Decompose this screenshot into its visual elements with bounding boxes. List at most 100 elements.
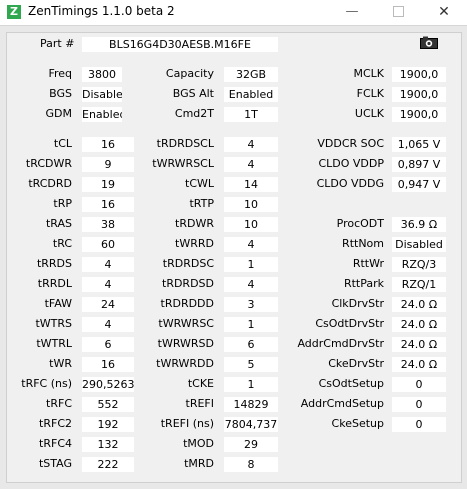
trrdl-label: tRRDL xyxy=(37,277,72,290)
twtrs-label: tWTRS xyxy=(35,317,72,330)
tcwl-label: tCWL xyxy=(185,177,214,190)
trrds-value: 4 xyxy=(82,257,134,272)
tras-label: tRAS xyxy=(45,217,72,230)
mclk-value: 1900,0 xyxy=(392,67,446,82)
clkdrvstr-label: ClkDrvStr xyxy=(331,297,384,310)
twrwrdd-label: tWRWRDD xyxy=(156,357,214,370)
csodtsetup-label: CsOdtSetup xyxy=(318,377,384,390)
rttpark-label: RttPark xyxy=(343,277,384,290)
twrwrsc-value: 1 xyxy=(224,317,278,332)
trfc2-value: 192 xyxy=(82,417,134,432)
part-number-label: Part # xyxy=(40,37,75,50)
addrcmdsetup-value: 0 xyxy=(392,397,446,412)
trcdrd-label: tRCDRD xyxy=(28,177,72,190)
csodtdrvstr-value: 24.0 Ω xyxy=(392,317,446,332)
addrcmddrvstr-value: 24.0 Ω xyxy=(392,337,446,352)
window-title: ZenTimings 1.1.0 beta 2 xyxy=(28,4,175,18)
bgs-alt-label: BGS Alt xyxy=(172,87,214,100)
tmrd-value: 8 xyxy=(224,457,278,472)
trfc2-label: tRFC2 xyxy=(39,417,72,430)
mclk-label: MCLK xyxy=(353,67,384,80)
bgs-label: BGS xyxy=(49,87,72,100)
twtrl-value: 6 xyxy=(82,337,134,352)
trefi-ns-value: 7804,737 xyxy=(224,417,278,432)
tstag-label: tSTAG xyxy=(38,457,72,470)
trdwr-value: 10 xyxy=(224,217,278,232)
ckedrvstr-label: CkeDrvStr xyxy=(328,357,384,370)
maximize-icon xyxy=(392,6,404,17)
trdrdsc-label: tRDRDSC xyxy=(162,257,214,270)
trdrdscl-label: tRDRDSCL xyxy=(156,137,214,150)
ckesetup-label: CkeSetup xyxy=(331,417,384,430)
capacity-value: 32GB xyxy=(224,67,278,82)
addrcmddrvstr-label: AddrCmdDrvStr xyxy=(297,337,384,350)
tfaw-value: 24 xyxy=(82,297,134,312)
tfaw-label: tFAW xyxy=(44,297,72,310)
bgs-alt-value: Enabled xyxy=(224,87,278,102)
trc-value: 60 xyxy=(82,237,134,252)
tcke-value: 1 xyxy=(224,377,278,392)
part-number-value: BLS16G4D30AESB.M16FE xyxy=(82,37,278,52)
cmd2t-value: 1T xyxy=(224,107,278,122)
cldo-vddp-value: 0,897 V xyxy=(392,157,446,172)
twr-label: tWR xyxy=(49,357,72,370)
trfc-ns-value: 290,5263 xyxy=(82,377,134,392)
twrrd-label: tWRRD xyxy=(175,237,214,250)
app-icon: Z xyxy=(7,5,21,19)
freq-label: Freq xyxy=(48,67,72,80)
trp-label: tRP xyxy=(53,197,72,210)
twrrd-value: 4 xyxy=(224,237,278,252)
trp-value: 16 xyxy=(82,197,134,212)
rttwr-label: RttWr xyxy=(352,257,384,270)
ckesetup-value: 0 xyxy=(392,417,446,432)
cldo-vddg-label: CLDO VDDG xyxy=(316,177,384,190)
screenshot-camera-icon[interactable] xyxy=(420,36,438,49)
freq-value: 3800 xyxy=(82,67,122,82)
close-button[interactable]: ✕ xyxy=(421,0,467,25)
trfc-ns-label: tRFC (ns) xyxy=(21,377,72,390)
fclk-value: 1900,0 xyxy=(392,87,446,102)
maximize-button[interactable] xyxy=(375,0,421,25)
trcdrd-value: 19 xyxy=(82,177,134,192)
trdrddd-value: 3 xyxy=(224,297,278,312)
tmrd-label: tMRD xyxy=(184,457,214,470)
tstag-value: 222 xyxy=(82,457,134,472)
trdrdsc-value: 1 xyxy=(224,257,278,272)
rttnom-value: Disabled xyxy=(392,237,446,252)
trtp-value: 10 xyxy=(224,197,278,212)
twtrs-value: 4 xyxy=(82,317,134,332)
twrwrsc-label: tWRWRSC xyxy=(158,317,214,330)
twrwrscl-value: 4 xyxy=(224,157,278,172)
trdrdsd-label: tRDRDSD xyxy=(162,277,214,290)
trcdwr-label: tRCDWR xyxy=(25,157,72,170)
tcwl-value: 14 xyxy=(224,177,278,192)
trrds-label: tRRDS xyxy=(36,257,72,270)
gdm-value: Enabled xyxy=(82,107,122,122)
twr-value: 16 xyxy=(82,357,134,372)
trdwr-label: tRDWR xyxy=(175,217,214,230)
minimize-button[interactable]: — xyxy=(329,0,375,25)
trrdl-value: 4 xyxy=(82,277,134,292)
trefi-ns-label: tREFI (ns) xyxy=(160,417,214,430)
rttwr-value: RZQ/3 xyxy=(392,257,446,272)
rttnom-label: RttNom xyxy=(342,237,384,250)
tcl-label: tCL xyxy=(53,137,72,150)
tcl-value: 16 xyxy=(82,137,134,152)
clkdrvstr-value: 24.0 Ω xyxy=(392,297,446,312)
bgs-value: Disabled xyxy=(82,87,122,102)
twtrl-label: tWTRL xyxy=(36,337,72,350)
cldo-vddg-value: 0,947 V xyxy=(392,177,446,192)
trfc4-label: tRFC4 xyxy=(39,437,72,450)
trcdwr-value: 9 xyxy=(82,157,134,172)
trfc4-value: 132 xyxy=(82,437,134,452)
uclk-value: 1900,0 xyxy=(392,107,446,122)
twrwrdd-value: 5 xyxy=(224,357,278,372)
twrwrscl-label: tWRWRSCL xyxy=(152,157,214,170)
tras-value: 38 xyxy=(82,217,134,232)
csodtdrvstr-label: CsOdtDrvStr xyxy=(315,317,384,330)
trtp-label: tRTP xyxy=(189,197,214,210)
trefi-value: 14829 xyxy=(224,397,278,412)
twrwrsd-label: tWRWRSD xyxy=(157,337,214,350)
vddcr-soc-value: 1,065 V xyxy=(392,137,446,152)
tmod-label: tMOD xyxy=(183,437,214,450)
